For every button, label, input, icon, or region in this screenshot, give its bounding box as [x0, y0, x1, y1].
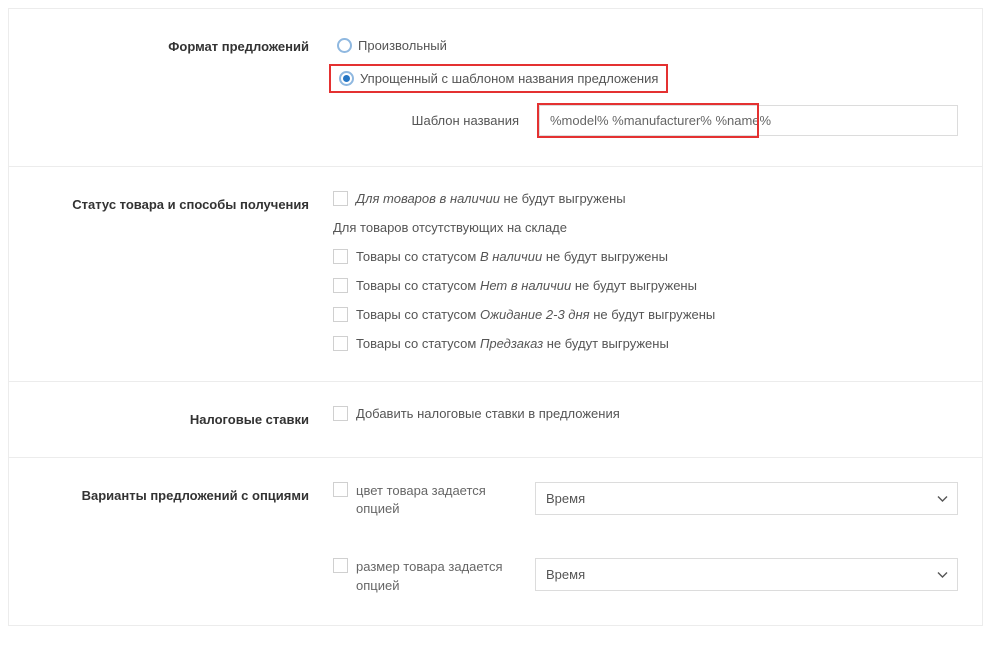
- template-input[interactable]: [539, 105, 958, 136]
- checkbox-status-waiting[interactable]: [333, 307, 348, 322]
- section-product-status: Статус товара и способы получения Для то…: [9, 167, 982, 382]
- radio-simplified-label: Упрощенный с шаблоном названия предложен…: [360, 71, 658, 86]
- radio-circle-icon: [339, 71, 354, 86]
- checkbox-status-out-of-stock-label: Товары со статусом Нет в наличии не буду…: [356, 278, 697, 293]
- checkbox-instock-label: Для товаров в наличии не будут выгружены: [356, 191, 626, 206]
- checkbox-color-label: цвет товара задается опцией: [356, 482, 509, 518]
- radio-arbitrary[interactable]: Произвольный: [329, 33, 455, 58]
- checkbox-instock-exclude[interactable]: [333, 191, 348, 206]
- tax-rates-label: Налоговые ставки: [33, 406, 333, 427]
- template-sublabel: Шаблон названия: [333, 113, 519, 128]
- checkbox-status-preorder[interactable]: [333, 336, 348, 351]
- offer-format-label: Формат предложений: [33, 33, 333, 54]
- select-color-option[interactable]: Время: [535, 482, 958, 515]
- radio-simplified[interactable]: Упрощенный с шаблоном названия предложен…: [329, 64, 668, 93]
- out-of-stock-note: Для товаров отсутствующих на складе: [333, 220, 958, 235]
- checkbox-color-option[interactable]: [333, 482, 348, 497]
- checkbox-tax-label: Добавить налоговые ставки в предложения: [356, 406, 620, 421]
- radio-arbitrary-label: Произвольный: [358, 38, 447, 53]
- checkbox-size-option[interactable]: [333, 558, 348, 573]
- checkbox-status-waiting-label: Товары со статусом Ожидание 2-3 дня не б…: [356, 307, 715, 322]
- section-offer-format: Формат предложений Произвольный Упрощенн…: [9, 9, 982, 167]
- checkbox-status-preorder-label: Товары со статусом Предзаказ не будут вы…: [356, 336, 669, 351]
- offer-variants-label: Варианты предложений с опциями: [33, 482, 333, 503]
- radio-circle-icon: [337, 38, 352, 53]
- section-tax-rates: Налоговые ставки Добавить налоговые став…: [9, 382, 982, 458]
- checkbox-status-in-stock-label: Товары со статусом В наличии не будут вы…: [356, 249, 668, 264]
- product-status-label: Статус товара и способы получения: [33, 191, 333, 212]
- settings-form: Формат предложений Произвольный Упрощенн…: [8, 8, 983, 626]
- checkbox-status-in-stock[interactable]: [333, 249, 348, 264]
- checkbox-tax[interactable]: [333, 406, 348, 421]
- section-offer-variants: Варианты предложений с опциями цвет това…: [9, 458, 982, 625]
- select-size-option[interactable]: Время: [535, 558, 958, 591]
- checkbox-status-out-of-stock[interactable]: [333, 278, 348, 293]
- checkbox-size-label: размер товара задается опцией: [356, 558, 509, 594]
